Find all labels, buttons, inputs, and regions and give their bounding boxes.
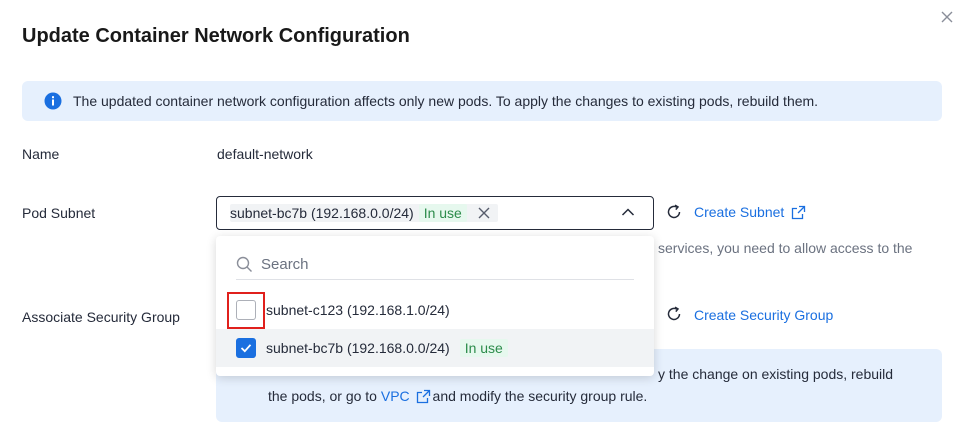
info-banner-text: The updated container network configurat… [73, 93, 819, 109]
chevron-up-icon[interactable] [620, 204, 636, 220]
selected-subnet-text: subnet-bc7b (192.168.0.0/24) [230, 205, 414, 221]
selected-subnet-tag: subnet-bc7b (192.168.0.0/24) In use [230, 204, 498, 222]
pod-subnet-help-text: services, you need to allow access to th… [658, 240, 913, 256]
remove-tag-icon[interactable] [476, 205, 492, 221]
pod-subnet-select[interactable]: subnet-bc7b (192.168.0.0/24) In use [216, 196, 654, 230]
dialog-title: Update Container Network Configuration [22, 25, 410, 47]
subnet-dropdown: subnet-c123 (192.168.1.0/24) subnet-bc7b… [216, 236, 654, 376]
vpc-link[interactable]: VPC [381, 388, 410, 404]
dropdown-search [236, 250, 634, 280]
info-icon [44, 92, 62, 110]
search-icon [236, 256, 253, 273]
create-security-group-link[interactable]: Create Security Group [694, 307, 833, 323]
name-value: default-network [217, 146, 313, 162]
pod-subnet-label: Pod Subnet [22, 205, 96, 221]
create-subnet-link[interactable]: Create Subnet [694, 204, 806, 220]
option-label: subnet-bc7b (192.168.0.0/24) [266, 340, 450, 356]
security-group-note-line1: y the change on existing pods, rebuild [658, 366, 894, 382]
subnet-option-selected[interactable]: subnet-bc7b (192.168.0.0/24) In use [216, 329, 654, 367]
security-group-label: Associate Security Group [22, 309, 180, 325]
note-line2-prefix: the pods, or go to [268, 388, 381, 404]
option-label: subnet-c123 (192.168.1.0/24) [266, 302, 450, 318]
close-icon[interactable] [936, 6, 958, 28]
search-input[interactable] [261, 256, 621, 273]
name-label: Name [22, 146, 60, 162]
option-checkbox-checked[interactable] [236, 338, 256, 358]
create-subnet-label: Create Subnet [694, 204, 785, 220]
refresh-subnet-icon[interactable] [664, 202, 684, 222]
in-use-badge: In use [418, 204, 467, 222]
option-checkbox-unchecked[interactable] [236, 300, 256, 320]
create-security-group-label: Create Security Group [694, 307, 834, 323]
subnet-option[interactable]: subnet-c123 (192.168.1.0/24) [216, 291, 654, 329]
option-in-use-badge: In use [459, 339, 508, 357]
security-group-note-line2: the pods, or go to VPC and modify the se… [268, 388, 647, 404]
note-line2-suffix: and modify the security group rule. [428, 388, 648, 404]
external-link-icon [791, 205, 806, 220]
refresh-security-group-icon[interactable] [664, 304, 684, 324]
info-banner: The updated container network configurat… [22, 81, 942, 121]
